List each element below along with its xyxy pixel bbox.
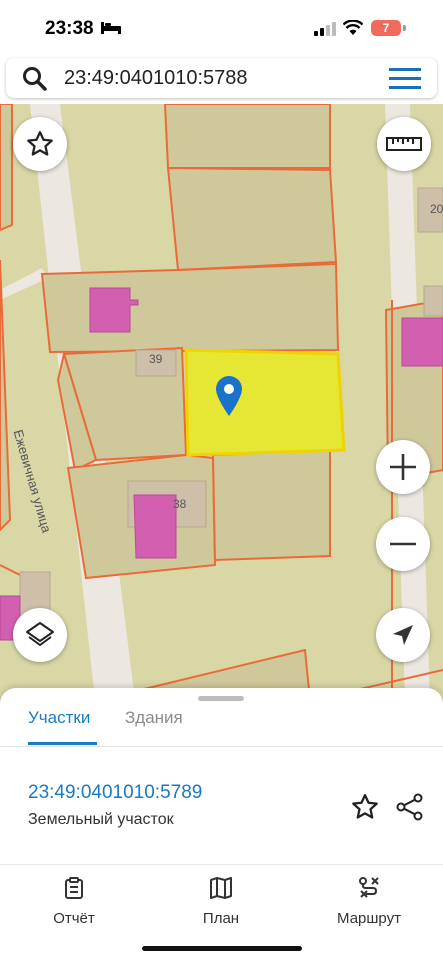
- route-icon: [359, 877, 379, 898]
- sheet-drag-handle[interactable]: [198, 696, 244, 701]
- zoom-in-button[interactable]: [376, 440, 430, 494]
- zoom-out-button[interactable]: [376, 517, 430, 571]
- report-icon: [65, 877, 83, 899]
- location-pin-icon[interactable]: [215, 376, 243, 416]
- favorite-button[interactable]: [13, 117, 67, 171]
- hamburger-menu-icon[interactable]: [389, 68, 421, 90]
- wifi-icon: [343, 20, 363, 35]
- ruler-icon: [386, 137, 422, 151]
- nav-report-label: Отчёт: [53, 910, 95, 927]
- house-number-39: 39: [149, 352, 163, 366]
- home-indicator: [142, 946, 302, 951]
- house-number-20: 20: [430, 202, 443, 216]
- search-icon[interactable]: [22, 66, 48, 92]
- nav-plan[interactable]: План: [166, 877, 276, 927]
- cellular-signal-icon: [314, 22, 336, 36]
- layers-button[interactable]: [13, 608, 67, 662]
- nav-plan-label: План: [202, 910, 240, 927]
- nav-route[interactable]: Маршрут: [314, 877, 424, 927]
- active-tab-indicator: [28, 742, 97, 745]
- status-time: 23:38: [45, 18, 94, 39]
- battery-tip: [403, 25, 406, 31]
- layers-icon: [26, 622, 54, 646]
- cadastral-map[interactable]: Ежевичная улица 39 38 20: [0, 104, 443, 704]
- star-icon: [27, 131, 53, 156]
- house-number-38: 38: [173, 497, 187, 511]
- navigation-arrow-icon: [393, 625, 413, 645]
- tab-buildings[interactable]: Здания: [125, 708, 183, 728]
- nav-route-label: Маршрут: [337, 910, 401, 927]
- bottom-sheet: Участки Здания 23:49:0401010:5789 Земель…: [0, 688, 443, 868]
- star-icon[interactable]: [350, 792, 380, 822]
- map-book-icon: [210, 877, 232, 899]
- parcel-type: Земельный участок: [28, 811, 174, 828]
- tab-parcels[interactable]: Участки: [28, 708, 90, 728]
- search-bar: [6, 58, 437, 98]
- bed-icon: [101, 22, 121, 34]
- status-bar: 23:38 7: [0, 0, 443, 54]
- battery-icon: 7: [371, 20, 401, 36]
- search-input[interactable]: [64, 64, 364, 92]
- minus-icon: [390, 542, 416, 546]
- nav-report[interactable]: Отчёт: [19, 877, 129, 927]
- share-icon[interactable]: [395, 792, 425, 822]
- parcel-cadastral-number[interactable]: 23:49:0401010:5789: [28, 782, 202, 804]
- my-location-button[interactable]: [376, 608, 430, 662]
- tab-divider: [0, 746, 443, 747]
- ruler-button[interactable]: [377, 117, 431, 171]
- plus-icon: [390, 454, 416, 480]
